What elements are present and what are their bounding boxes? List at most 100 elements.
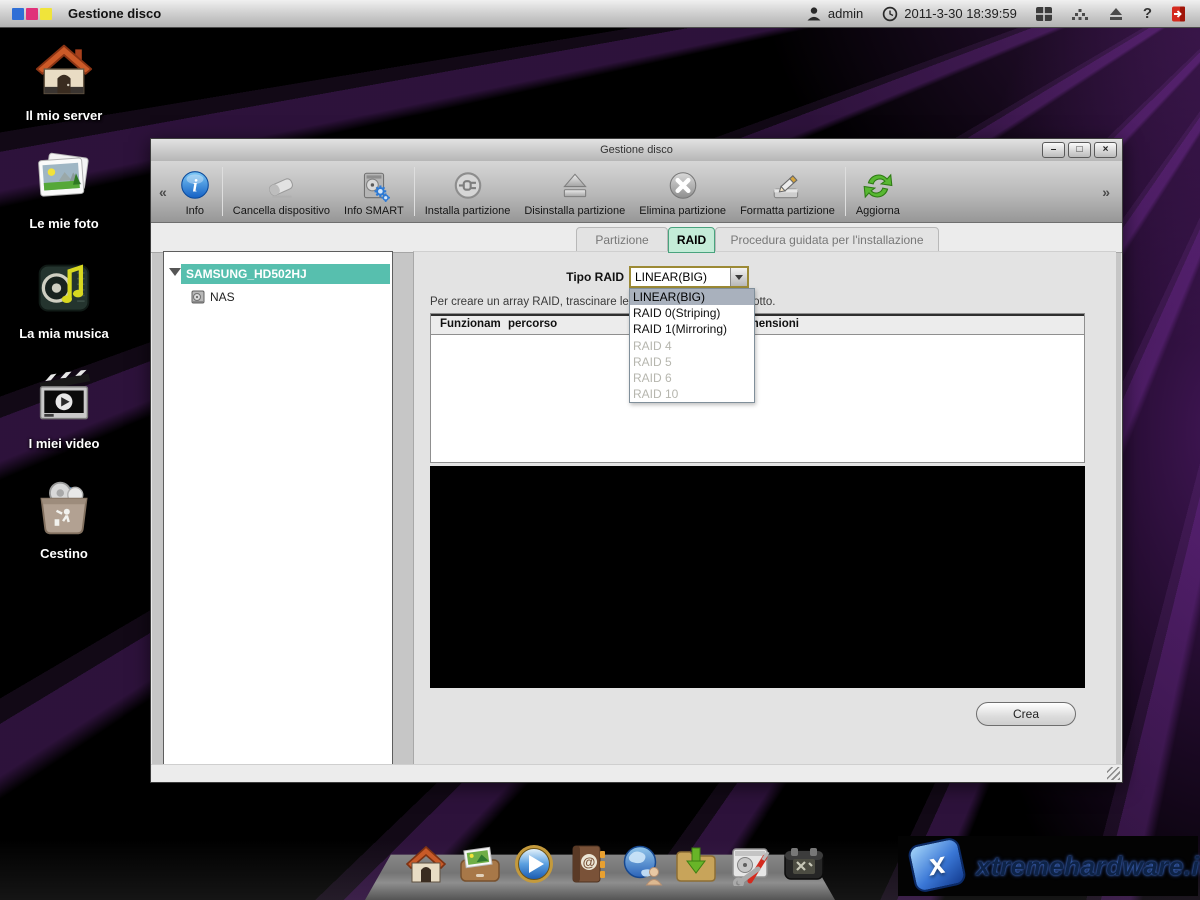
toolbar: « i Info Cancel — [151, 161, 1122, 223]
dock-player-icon[interactable] — [512, 842, 556, 886]
device-tree-panel: SAMSUNG_HD502HJ NAS — [163, 251, 393, 766]
eject-button[interactable] — [1107, 5, 1125, 23]
maximize-button[interactable]: □ — [1068, 142, 1091, 158]
desktop-item-my-music[interactable]: La mia musica — [8, 258, 120, 341]
tab-procedura-guidata[interactable]: Procedura guidata per l'installazione — [715, 227, 939, 253]
raid-hint-text: Per creare un array RAID, trascinare le … — [430, 296, 1095, 308]
table-row[interactable] — [431, 335, 1084, 356]
dock-photos-icon[interactable] — [458, 842, 502, 886]
column-header[interactable]: Funzionam — [440, 318, 501, 330]
user-icon — [805, 5, 823, 23]
dropdown-option[interactable]: LINEAR(BIG) — [630, 289, 754, 305]
raid-type-select[interactable]: LINEAR(BIG) — [629, 266, 749, 288]
desktop-item-label: Il mio server — [8, 108, 120, 123]
table-body — [431, 335, 1084, 463]
dropdown-option[interactable]: RAID 1(Mirroring) — [630, 321, 754, 337]
toolbar-item-label: Disinstalla partizione — [524, 205, 625, 217]
disk-management-window: Gestione disco – □ × « i Info — [150, 138, 1123, 783]
resize-grip[interactable] — [1107, 767, 1120, 780]
refresh-icon — [861, 169, 895, 203]
dock-disk-utility-icon[interactable] — [728, 842, 772, 886]
table-row[interactable] — [431, 438, 1084, 459]
window-grid-icon — [1035, 5, 1053, 23]
create-button[interactable]: Crea — [976, 702, 1076, 726]
clock-icon — [881, 5, 899, 23]
dock-downloads-icon[interactable] — [674, 842, 718, 886]
minimize-button[interactable]: – — [1042, 142, 1065, 158]
window-switcher-button[interactable] — [1035, 5, 1053, 23]
table-row[interactable] — [431, 356, 1084, 377]
desktop-item-my-server[interactable]: Il mio server — [8, 40, 120, 123]
eject-icon — [1107, 5, 1125, 23]
select-dropdown-button[interactable] — [730, 268, 747, 286]
smart-disk-icon — [357, 169, 391, 203]
format-pencil-icon — [770, 169, 804, 203]
toolbar-item-label: Info — [186, 205, 204, 217]
info-button[interactable]: i Info — [171, 161, 219, 222]
desktop-item-label: I miei video — [8, 436, 120, 451]
dropdown-option: RAID 5 — [630, 354, 754, 370]
network-button[interactable] — [1071, 5, 1089, 23]
dropdown-option[interactable]: RAID 0(Striping) — [630, 305, 754, 321]
toolbar-scroll-left-button[interactable]: « — [155, 184, 171, 200]
table-row[interactable] — [431, 376, 1084, 397]
uninstall-partition-button[interactable]: Disinstalla partizione — [517, 161, 632, 222]
table-row[interactable] — [431, 417, 1084, 438]
column-header[interactable]: percorso — [508, 318, 557, 330]
tab-partizione[interactable]: Partizione — [576, 227, 668, 253]
close-button[interactable]: × — [1094, 142, 1117, 158]
dock-web-icon[interactable] — [620, 842, 664, 886]
eject-disk-icon — [558, 169, 592, 203]
toolbar-item-label: Aggiorna — [856, 205, 900, 217]
table-row[interactable] — [431, 397, 1084, 418]
chevron-down-icon — [735, 275, 743, 280]
dock-toolbox-icon[interactable] — [782, 842, 826, 886]
tree-item-label: NAS — [210, 290, 235, 304]
help-button[interactable]: ? — [1143, 5, 1152, 22]
toolbar-item-label: Info SMART — [344, 205, 404, 217]
delete-partition-button[interactable]: Elimina partizione — [632, 161, 733, 222]
table-row[interactable] — [431, 458, 1084, 463]
toolbar-scroll-right-button[interactable]: » — [1098, 184, 1114, 200]
raid-members-table: Funzionam percorso Dimensioni — [430, 313, 1085, 463]
network-stack-icon — [1071, 5, 1089, 23]
branding-text: xtremehardware.it — [976, 851, 1191, 882]
dock-home-icon[interactable] — [404, 842, 448, 886]
raid-type-dropdown-list: LINEAR(BIG) RAID 0(Striping) RAID 1(Mirr… — [629, 288, 755, 403]
raid-detail-area — [430, 466, 1085, 688]
dock-contacts-icon[interactable]: @ — [566, 842, 610, 886]
toolbar-separator — [414, 167, 415, 216]
raid-type-label: Tipo RAID — [494, 270, 624, 284]
logout-button[interactable] — [1170, 5, 1188, 23]
dropdown-option: RAID 10 — [630, 386, 754, 402]
toolbar-item-label: Elimina partizione — [639, 205, 726, 217]
format-partition-button[interactable]: Formatta partizione — [733, 161, 842, 222]
tree-item-partition[interactable]: NAS — [190, 288, 235, 306]
desktop-item-label: Cestino — [8, 546, 120, 561]
plug-icon — [451, 169, 485, 203]
desktop-item-trash[interactable]: Cestino — [8, 478, 120, 561]
user-menu[interactable]: admin — [805, 5, 863, 23]
svg-text:i: i — [192, 175, 197, 195]
video-icon — [33, 368, 95, 428]
install-partition-button[interactable]: Installa partizione — [418, 161, 518, 222]
window-titlebar[interactable]: Gestione disco – □ × — [151, 139, 1122, 161]
help-icon: ? — [1143, 5, 1152, 22]
desktop-item-my-videos[interactable]: I miei video — [8, 368, 120, 451]
smart-info-button[interactable]: Info SMART — [337, 161, 411, 222]
tree-expand-caret-icon[interactable] — [169, 268, 181, 276]
refresh-button[interactable]: Aggiorna — [849, 161, 907, 222]
tree-item-disk[interactable]: SAMSUNG_HD502HJ — [181, 264, 390, 284]
toolbar-item-label: Formatta partizione — [740, 205, 835, 217]
toolbar-item-label: Cancella dispositivo — [233, 205, 330, 217]
info-icon: i — [178, 169, 212, 203]
erase-device-button[interactable]: Cancella dispositivo — [226, 161, 337, 222]
desktop-item-label: Le mie foto — [8, 216, 120, 231]
home-icon — [33, 40, 95, 100]
xtremehardware-logo-icon: x — [907, 836, 968, 894]
raid-type-value: LINEAR(BIG) — [631, 270, 730, 284]
raid-panel: Tipo RAID LINEAR(BIG) Per creare un arra… — [413, 251, 1116, 766]
dropdown-option: RAID 6 — [630, 370, 754, 386]
tab-raid[interactable]: RAID — [668, 227, 715, 253]
desktop-item-my-photos[interactable]: Le mie foto — [8, 148, 120, 231]
